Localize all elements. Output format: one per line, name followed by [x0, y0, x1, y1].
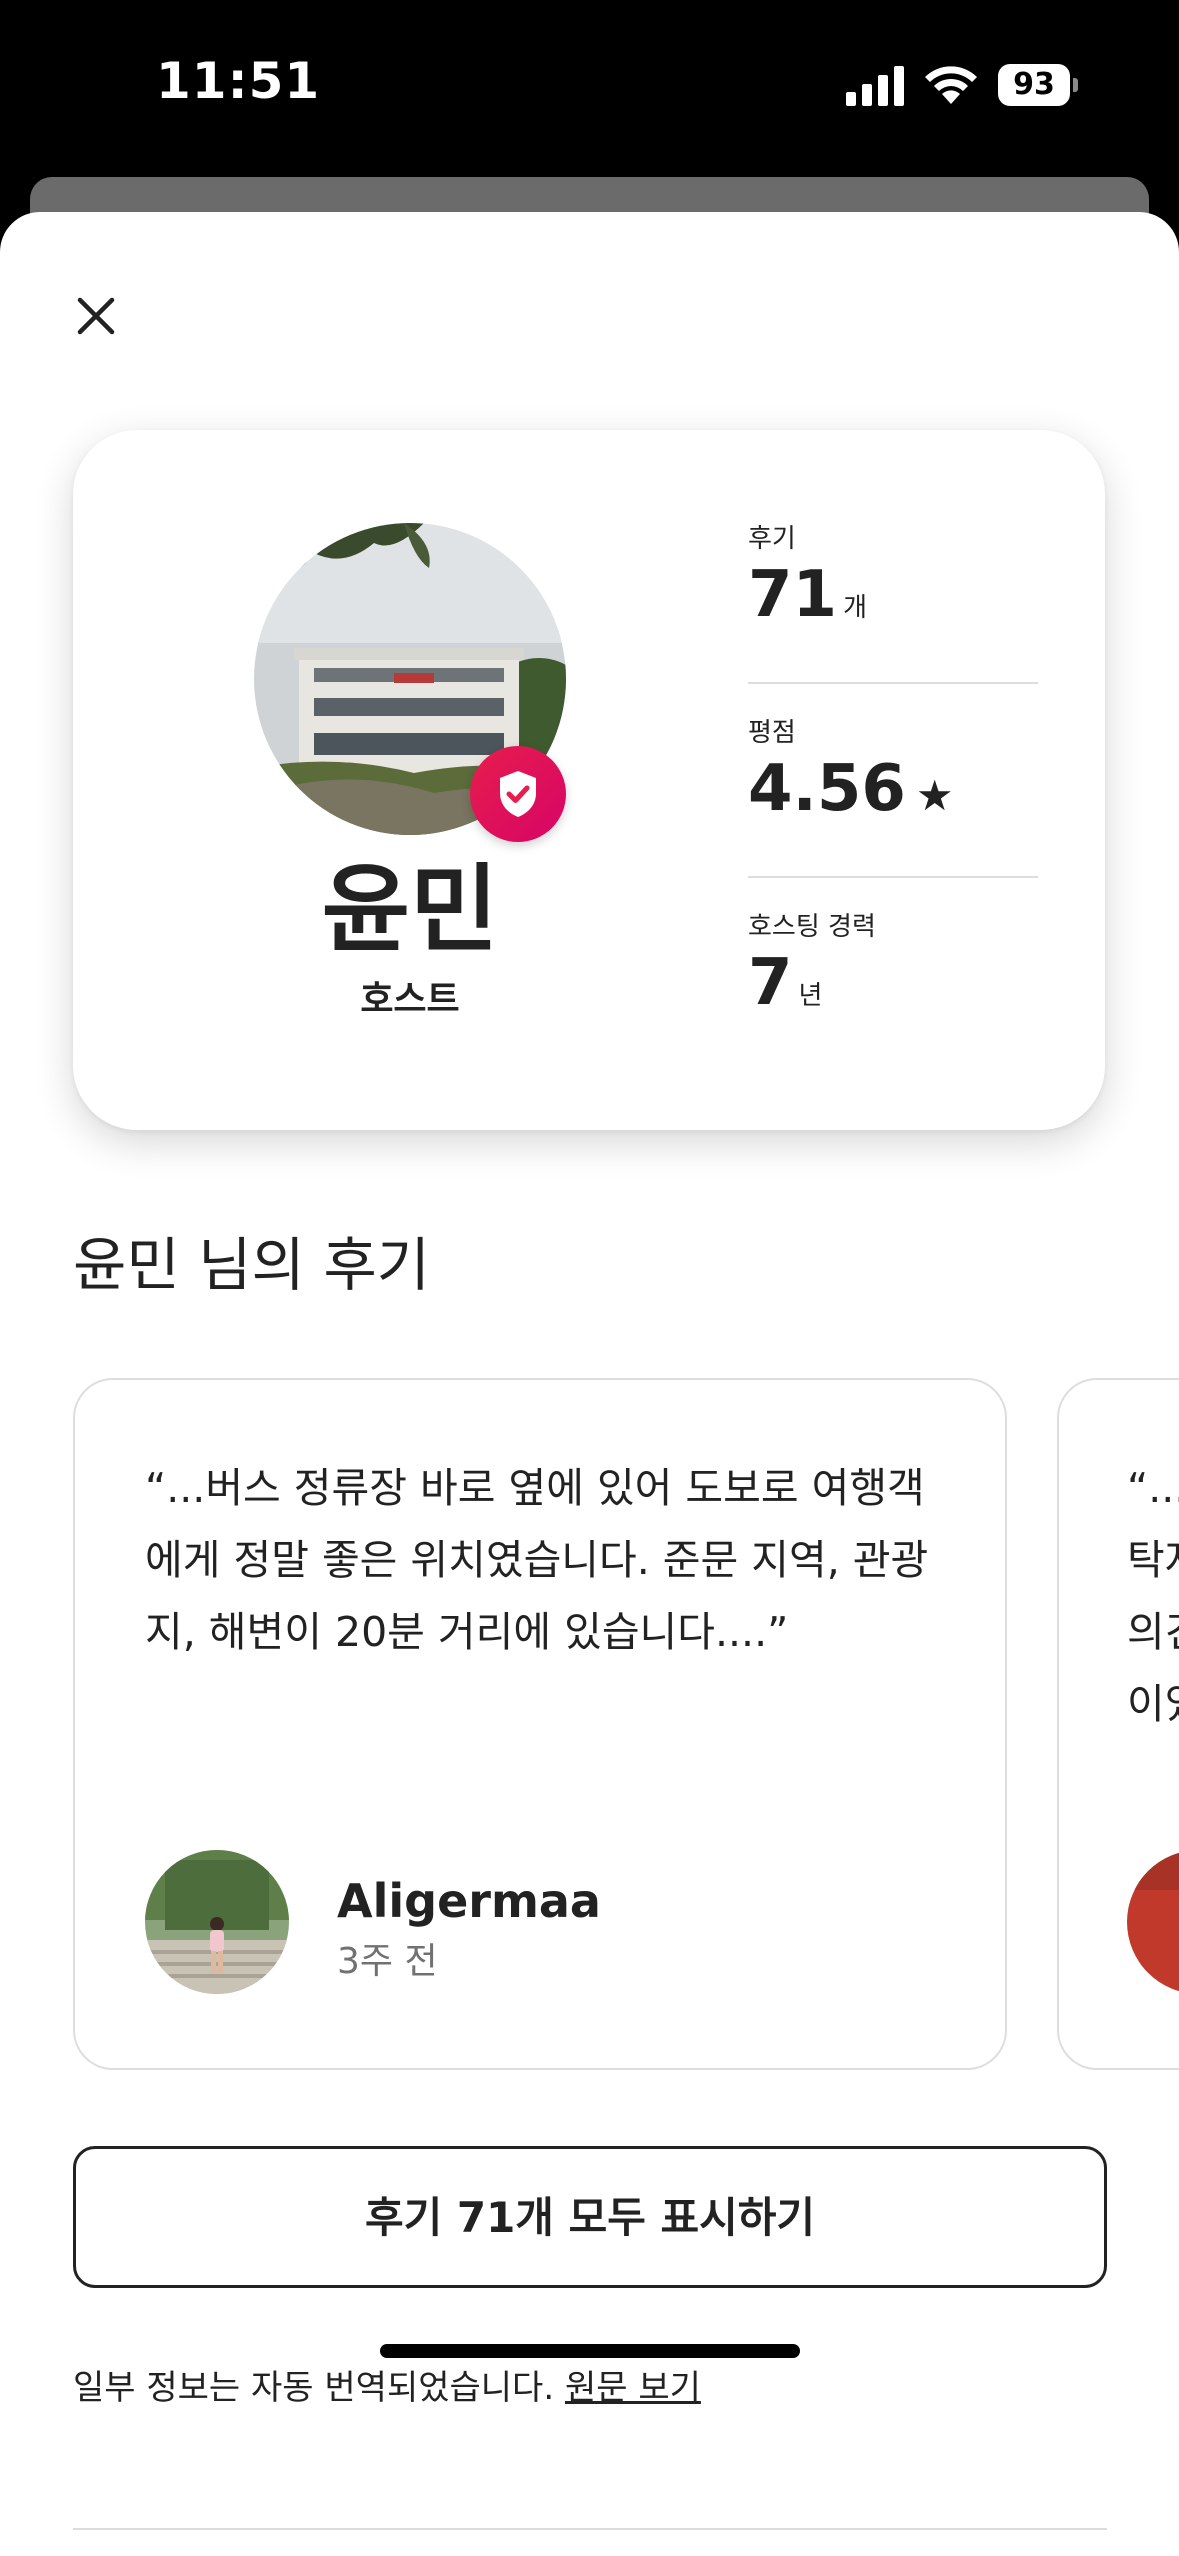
- stat-label: 후기: [748, 524, 796, 554]
- show-all-reviews-button[interactable]: 후기 71개 모두 표시하기: [73, 2146, 1107, 2288]
- stat-divider: [748, 682, 1038, 684]
- stat-divider: [748, 876, 1038, 878]
- signal-icon: [846, 66, 904, 106]
- rating-value: 4.56: [748, 752, 906, 826]
- hosting-years: 7: [748, 946, 793, 1020]
- stat-reviews: 후기 71 개: [748, 522, 1038, 643]
- status-time: 11:51: [156, 52, 321, 110]
- star-icon: ★: [915, 771, 954, 820]
- close-icon: [77, 297, 115, 335]
- host-profile-card[interactable]: 윤민 호스트 후기 71 개 평점 4.56 ★ 호스팅 경력 7 년: [73, 430, 1105, 1130]
- review-text: “... 탁자 의견 이었: [1127, 1464, 1179, 1728]
- reviewer-name: Aligermaa: [337, 1874, 601, 1928]
- stat-label: 평점: [748, 718, 796, 748]
- verified-badge: [470, 746, 566, 842]
- divider: [73, 2528, 1107, 2530]
- home-indicator[interactable]: [380, 2344, 800, 2358]
- reviewer-avatar: [1127, 1850, 1179, 1994]
- stat-value: 71 개: [748, 560, 1038, 643]
- shield-check-icon: [500, 771, 536, 817]
- stat-hosting-years: 호스팅 경력 7 년: [748, 910, 1038, 1031]
- translation-note: 일부 정보는 자동 번역되었습니다. 원문 보기: [73, 2360, 701, 2409]
- wifi-icon: [925, 66, 977, 104]
- stat-value: 4.56 ★: [748, 754, 1038, 831]
- host-name: 윤민: [321, 854, 499, 966]
- review-date: 3주 전: [337, 1941, 438, 1982]
- status-bar: 11:51 93: [0, 0, 1179, 176]
- reviewer-avatar: [145, 1850, 289, 1994]
- battery-icon: 93: [998, 64, 1078, 106]
- translation-note-text: 일부 정보는 자동 번역되었습니다.: [73, 2368, 555, 2408]
- stat-unit: 개: [843, 593, 867, 623]
- stat-value: 7 년: [748, 948, 1038, 1031]
- host-profile-sheet: 윤민 호스트 후기 71 개 평점 4.56 ★ 호스팅 경력 7 년 윤민 님…: [0, 212, 1179, 2556]
- stat-unit: 년: [798, 981, 823, 1011]
- reviews-count: 71: [748, 558, 838, 632]
- stat-label: 호스팅 경력: [748, 912, 876, 942]
- host-role: 호스트: [360, 979, 460, 1020]
- close-button[interactable]: [62, 282, 130, 350]
- battery-level: 93: [998, 64, 1070, 106]
- review-text: “...버스 정류장 바로 옆에 있어 도보로 여행객에게 정말 좋은 위치였습…: [145, 1464, 929, 1656]
- review-card[interactable]: “...버스 정류장 바로 옆에 있어 도보로 여행객에게 정말 좋은 위치였습…: [73, 1378, 1007, 2070]
- stat-rating: 평점 4.56 ★: [748, 716, 1038, 831]
- reviews-section-title: 윤민 님의 후기: [73, 1231, 431, 1299]
- review-card[interactable]: “... 탁자 의견 이었: [1057, 1378, 1179, 2070]
- view-original-link[interactable]: 원문 보기: [565, 2368, 701, 2408]
